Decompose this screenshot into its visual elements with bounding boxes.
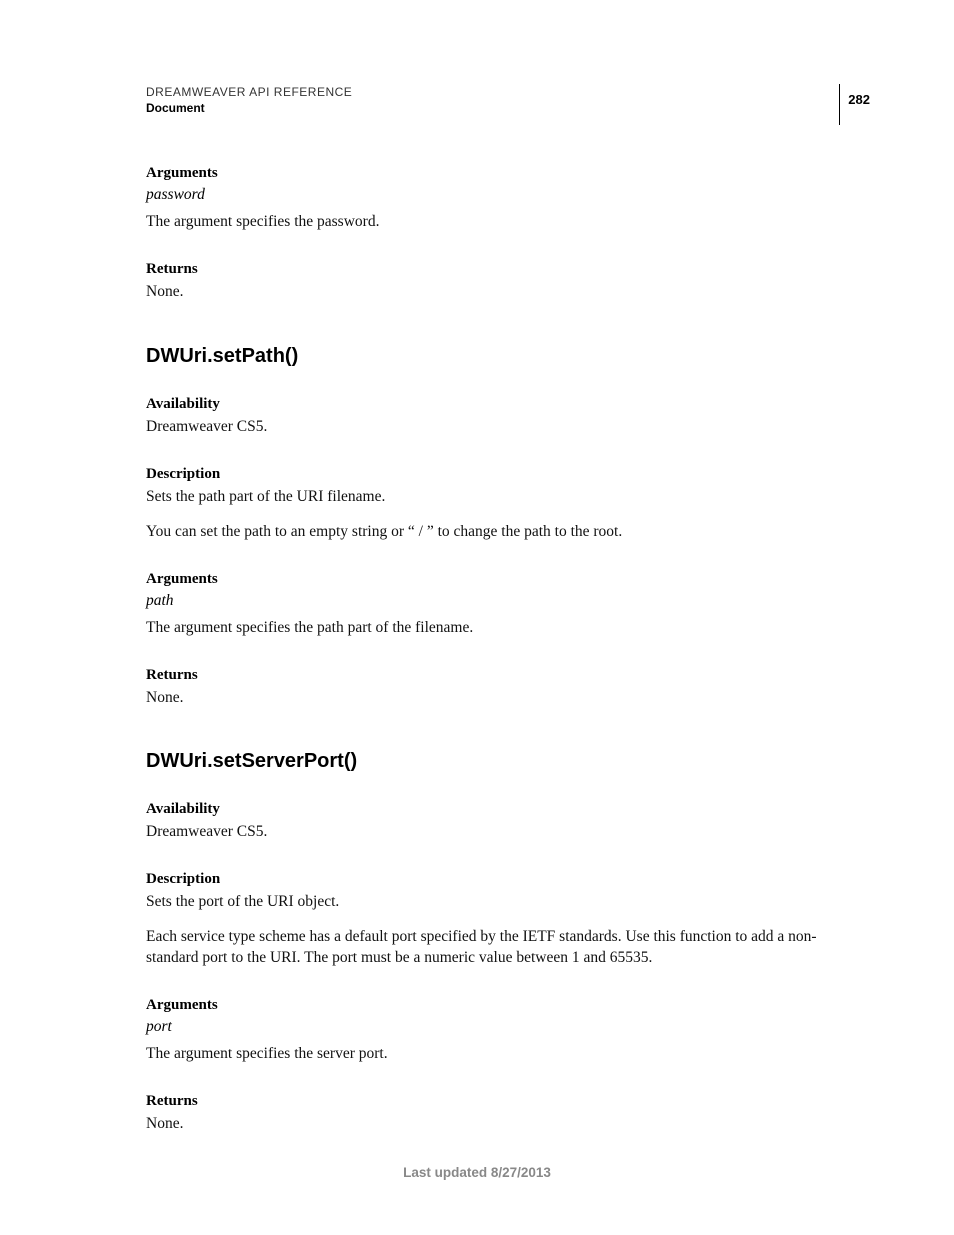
returns-heading: Returns	[146, 667, 844, 684]
argument-name: port	[146, 1018, 844, 1036]
availability-heading: Availability	[146, 396, 844, 413]
description-heading: Description	[146, 466, 844, 483]
description-text: You can set the path to an empty string …	[146, 522, 844, 543]
argument-name-text: path	[146, 592, 174, 609]
availability-value: Dreamweaver CS5.	[146, 417, 844, 438]
description-text: Sets the path part of the URI filename.	[146, 487, 844, 508]
page-footer: Last updated 8/27/2013	[0, 1165, 954, 1180]
running-header-title: DREAMWEAVER API REFERENCE	[146, 85, 844, 99]
method-heading-setserverport: DWUri.setServerPort()	[146, 750, 844, 773]
returns-value: None.	[146, 1114, 844, 1135]
returns-heading: Returns	[146, 261, 844, 278]
arguments-heading: Arguments	[146, 571, 844, 588]
description-heading: Description	[146, 871, 844, 888]
argument-name: password	[146, 186, 844, 204]
argument-description: The argument specifies the server port.	[146, 1044, 844, 1065]
argument-name-text: password	[146, 186, 205, 203]
arguments-heading: Arguments	[146, 997, 844, 1014]
page-number: 282	[839, 84, 870, 125]
argument-name: path	[146, 592, 844, 610]
returns-heading: Returns	[146, 1093, 844, 1110]
availability-value: Dreamweaver CS5.	[146, 822, 844, 843]
argument-name-text: port	[146, 1018, 172, 1035]
argument-description: The argument specifies the password.	[146, 212, 844, 233]
page-container: 282 DREAMWEAVER API REFERENCE Document A…	[0, 0, 954, 1235]
running-header-section: Document	[146, 101, 844, 115]
returns-value: None.	[146, 688, 844, 709]
availability-heading: Availability	[146, 801, 844, 818]
argument-description: The argument specifies the path part of …	[146, 618, 844, 639]
description-text: Each service type scheme has a default p…	[146, 927, 844, 969]
method-heading-setpath: DWUri.setPath()	[146, 345, 844, 368]
description-text: Sets the port of the URI object.	[146, 892, 844, 913]
returns-value: None.	[146, 282, 844, 303]
arguments-heading: Arguments	[146, 165, 844, 182]
